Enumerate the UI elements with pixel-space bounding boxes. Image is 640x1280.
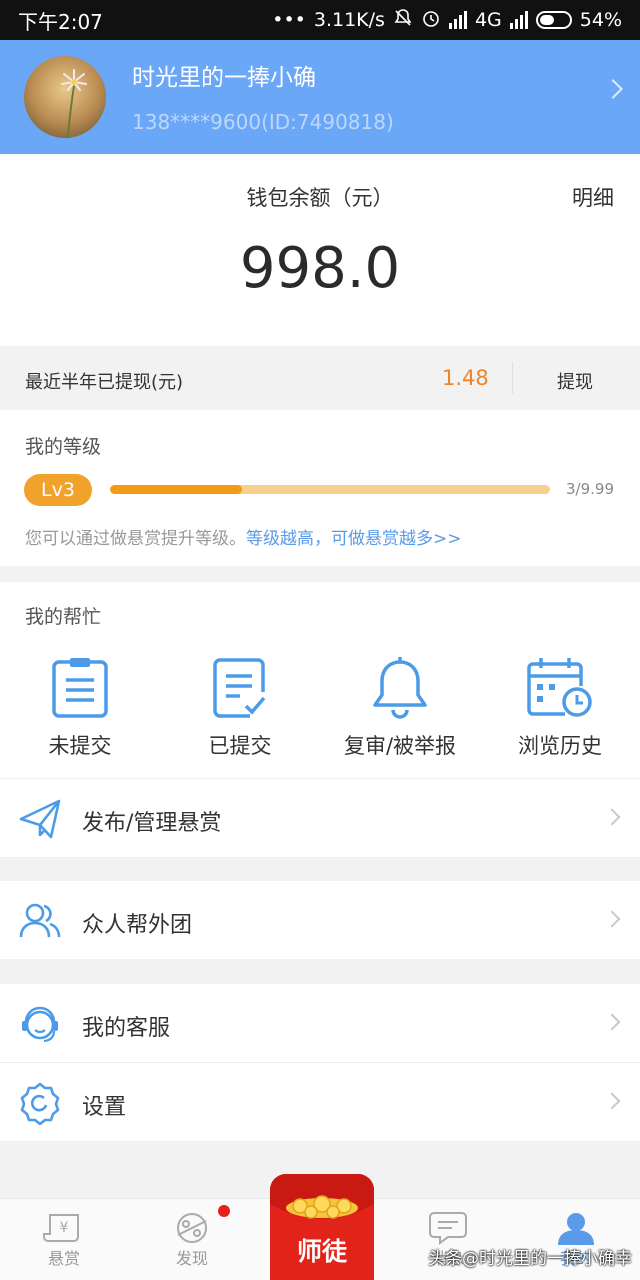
help-item-review[interactable]: 复审/被举报: [320, 656, 480, 760]
level-tip-link[interactable]: 等级越高，可做悬赏越多>>: [246, 529, 462, 549]
customer-service-icon: [22, 1006, 58, 1043]
level-progress-bar: [110, 485, 550, 494]
help-title: 我的帮忙: [25, 606, 102, 628]
help-item-label: 未提交: [48, 734, 112, 758]
menu-row-settings[interactable]: 设置: [0, 1063, 640, 1141]
watermark: 头条@时光里的一捧小确幸: [428, 1249, 632, 1269]
nav-item-mentor[interactable]: 师徒: [270, 1174, 374, 1280]
network-speed: 3.11K/s: [313, 9, 385, 31]
divider: [512, 362, 513, 394]
help-item-history[interactable]: 浏览历史: [480, 656, 640, 760]
nav-item-reward[interactable]: ¥ 悬赏: [14, 1211, 114, 1269]
wallet-title: 钱包余额（元）: [246, 186, 394, 210]
wallet-detail-link[interactable]: 明细: [572, 182, 614, 212]
level-card: 我的等级 Lv3 3/9.99 您可以通过做悬赏提升等级。等级越高，可做悬赏越多…: [0, 410, 640, 566]
level-tip: 您可以通过做悬赏提升等级。等级越高，可做悬赏越多>>: [25, 524, 462, 549]
hd-signal-icon: [448, 11, 467, 29]
profile-account: 138****9600(ID:7490818): [132, 110, 394, 134]
paper-plane-icon: [19, 799, 61, 839]
nav-label: 悬赏: [47, 1249, 80, 1268]
mute-bell-icon: [393, 8, 413, 33]
chevron-right-icon: [603, 910, 621, 928]
status-icons: ••• 3.11K/s 4G 54%: [272, 8, 622, 33]
users-icon: [19, 903, 61, 938]
wallet-balance: 998.0: [239, 236, 401, 301]
status-time: 下午2:07: [18, 9, 103, 34]
chevron-right-icon[interactable]: [603, 79, 623, 99]
avatar[interactable]: [24, 56, 106, 138]
withdraw-button[interactable]: 提现: [557, 368, 593, 394]
menu-row-service[interactable]: 我的客服: [0, 984, 640, 1062]
user-icon: [558, 1213, 594, 1245]
alarm-icon: [421, 8, 441, 33]
help-item-unsubmitted[interactable]: 未提交: [0, 656, 160, 760]
battery-level: 54%: [579, 9, 622, 31]
wallet-card: 钱包余额（元） 明细 998.0: [0, 154, 640, 346]
nav-label: 师徒: [296, 1237, 347, 1266]
menu-row-label: 众人帮外团: [82, 913, 193, 938]
level-tip-text: 您可以通过做悬赏提升等级。: [25, 529, 246, 549]
reward-scroll-icon: ¥: [43, 1214, 79, 1242]
battery-icon: [535, 11, 572, 29]
network-type: 4G: [474, 9, 502, 31]
withdraw-amount: 1.48: [442, 366, 489, 390]
menu-row-label: 我的客服: [82, 1016, 171, 1041]
message-icon: [429, 1212, 467, 1245]
help-item-label: 浏览历史: [518, 734, 602, 758]
planet-icon: [177, 1213, 207, 1243]
more-dots-icon: •••: [272, 9, 306, 31]
level-title: 我的等级: [25, 436, 102, 458]
menu-row-publish[interactable]: 发布/管理悬赏: [0, 779, 640, 857]
profile-header[interactable]: 时光里的一捧小确 138****9600(ID:7490818): [0, 40, 640, 154]
level-score: 3/9.99: [566, 480, 614, 498]
help-item-label: 已提交: [208, 734, 272, 758]
level-progress-fill: [110, 485, 242, 494]
withdraw-label: 最近半年已提现(元): [25, 372, 184, 393]
svg-text:¥: ¥: [60, 1220, 69, 1236]
clipboard-list-icon: [52, 658, 108, 718]
clipboard-check-icon: [213, 658, 266, 718]
gear-icon: [20, 1082, 60, 1125]
status-bar: 下午2:07 ••• 3.11K/s 4G 54%: [0, 0, 640, 40]
chevron-right-icon: [603, 1092, 621, 1110]
withdraw-row: 最近半年已提现(元) 1.48 提现: [0, 346, 640, 410]
chevron-right-icon: [603, 808, 621, 826]
my-help-section: 我的帮忙 未提交 已提交 复审/被举报 浏览历史: [0, 582, 640, 778]
signal-icon: [509, 11, 528, 29]
chevron-right-icon: [603, 1013, 621, 1031]
profile-name: 时光里的一捧小确: [132, 65, 316, 91]
help-item-label: 复审/被举报: [343, 734, 457, 758]
level-badge: Lv3: [24, 474, 92, 506]
nav-label: 发现: [175, 1249, 208, 1268]
menu-row-label: 发布/管理悬赏: [82, 811, 222, 836]
menu-row-label: 设置: [82, 1095, 127, 1120]
notification-dot: [218, 1205, 230, 1217]
menu-row-team[interactable]: 众人帮外团: [0, 881, 640, 959]
help-item-submitted[interactable]: 已提交: [160, 656, 320, 760]
calendar-clock-icon: [527, 658, 592, 717]
nav-item-discover[interactable]: 发现: [142, 1211, 242, 1269]
bell-icon: [373, 657, 427, 719]
